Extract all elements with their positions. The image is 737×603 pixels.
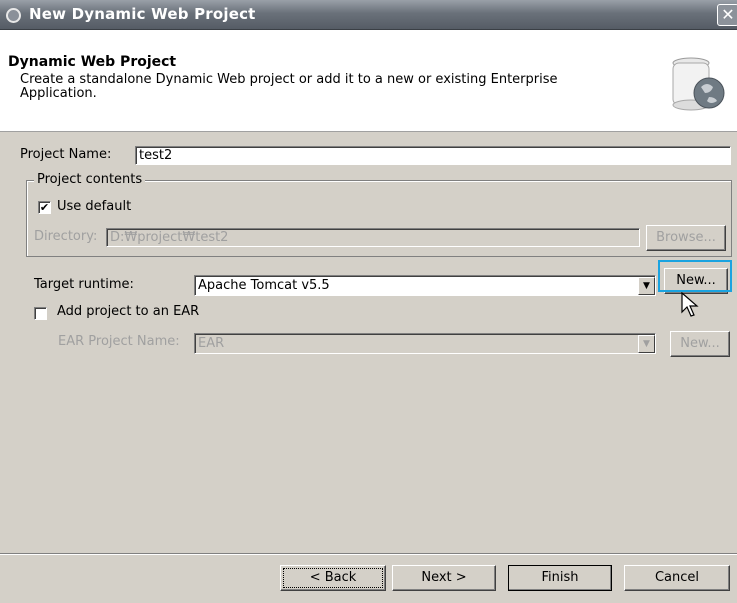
cancel-button[interactable]: Cancel — [624, 565, 730, 591]
browse-button[interactable]: Browse... — [646, 225, 726, 251]
target-runtime-dropdown-icon[interactable]: ▼ — [638, 277, 655, 295]
use-default-label: Use default — [57, 199, 132, 214]
project-contents-legend: Project contents — [34, 172, 146, 187]
finish-button[interactable]: Finish — [508, 565, 612, 591]
window-icon — [6, 8, 21, 23]
directory-label: Directory: — [34, 229, 98, 244]
target-runtime-select[interactable]: Apache Tomcat v5.5 — [194, 275, 656, 296]
project-name-input[interactable]: test2 — [135, 146, 731, 165]
new-ear-button[interactable]: New... — [670, 331, 730, 357]
footer-separator — [0, 553, 737, 555]
directory-input[interactable]: D:₩project₩test2 — [106, 228, 640, 247]
globe-jar-icon — [672, 57, 725, 111]
ear-project-name-label: EAR Project Name: — [58, 334, 180, 349]
use-default-checkbox[interactable]: ✔ — [38, 201, 51, 214]
wizard-description: Create a standalone Dynamic Web project … — [20, 72, 558, 101]
highlight-box — [658, 260, 732, 292]
add-to-ear-checkbox[interactable] — [34, 307, 47, 320]
close-button[interactable]: ✕ — [717, 4, 737, 26]
project-name-label: Project Name: — [20, 147, 112, 162]
add-to-ear-label: Add project to an EAR — [57, 304, 200, 319]
mouse-cursor-icon — [681, 292, 699, 317]
target-runtime-label: Target runtime: — [34, 277, 134, 292]
window-title: New Dynamic Web Project — [29, 5, 256, 23]
wizard-title: Dynamic Web Project — [8, 54, 177, 70]
back-button[interactable]: < Back — [280, 565, 386, 591]
ear-project-name-select[interactable]: EAR — [194, 333, 656, 354]
ear-dropdown-icon[interactable]: ▼ — [638, 335, 655, 353]
next-button[interactable]: Next > — [392, 565, 496, 591]
